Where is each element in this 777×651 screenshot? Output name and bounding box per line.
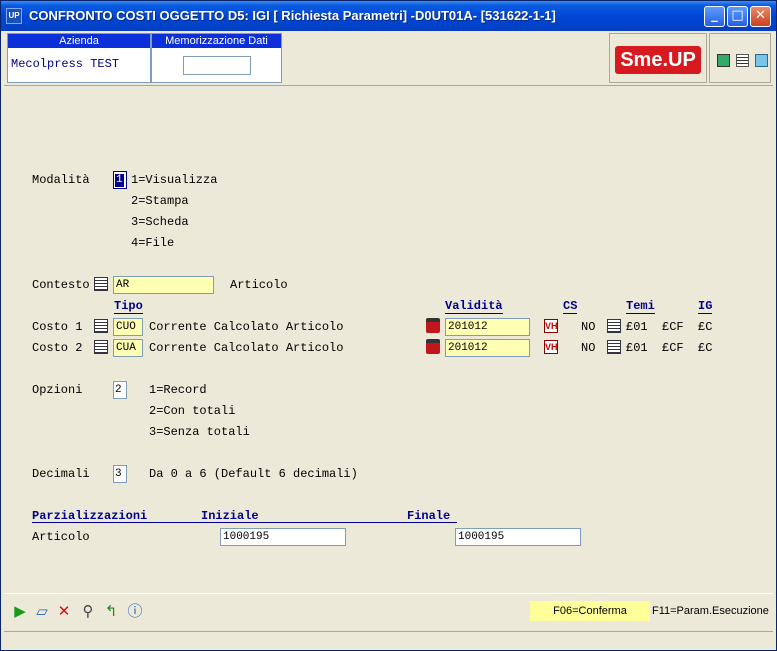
modalita-label: Modalità bbox=[32, 173, 90, 187]
calendar-icon[interactable] bbox=[426, 339, 440, 354]
opzioni-option-3: 3=Senza totali bbox=[149, 425, 250, 439]
form-area: Modalità 1 1=Visualizza 2=Stampa 3=Sched… bbox=[4, 87, 773, 592]
costo2-validita-input[interactable]: 201012 bbox=[445, 339, 530, 357]
eraser-icon[interactable]: ▱ bbox=[34, 603, 50, 619]
articolo-iniziale-input[interactable]: 1000195 bbox=[220, 528, 346, 546]
calendar-icon[interactable] bbox=[426, 318, 440, 333]
parzializzazioni-header: Parzializzazioni bbox=[32, 509, 148, 523]
costo1-cs: NO bbox=[581, 320, 596, 334]
f06-confirm-button[interactable]: F06=Conferma bbox=[530, 601, 650, 621]
decimali-label: Decimali bbox=[32, 467, 90, 481]
costo1-temi-lookup-icon[interactable] bbox=[607, 319, 621, 333]
header-bar: Azienda Mecolpress TEST Memorizzazione D… bbox=[4, 31, 773, 86]
finale-header: Finale bbox=[407, 509, 451, 523]
logo-box: Sme.UP bbox=[609, 33, 707, 83]
monitor-icon[interactable] bbox=[717, 54, 730, 67]
notepad-icon[interactable] bbox=[736, 54, 749, 67]
title-bar: UP CONFRONTO COSTI OGGETTO D5: IGI [ Ric… bbox=[1, 1, 776, 31]
search-icon[interactable]: ⚲ bbox=[80, 603, 96, 619]
vh-icon[interactable]: VH bbox=[544, 319, 558, 333]
close-icon[interactable]: ✕ bbox=[750, 6, 771, 27]
opzioni-input[interactable]: 2 bbox=[113, 381, 127, 399]
costo2-lookup-icon[interactable] bbox=[94, 340, 108, 354]
costo2-cs: NO bbox=[581, 341, 596, 355]
costo2-ig: £C bbox=[698, 341, 713, 355]
costo1-label: Costo 1 bbox=[32, 320, 83, 334]
contesto-label: Contesto bbox=[32, 278, 90, 292]
status-bar bbox=[4, 631, 773, 649]
costo2-label: Costo 2 bbox=[32, 341, 83, 355]
costo2-temi-lookup-icon[interactable] bbox=[607, 340, 621, 354]
vh-icon[interactable]: VH bbox=[544, 340, 558, 354]
costo1-temi1: £01 bbox=[626, 320, 648, 334]
costo2-tipo-input[interactable]: CUA bbox=[113, 339, 143, 357]
modalita-input[interactable]: 1 bbox=[113, 171, 127, 189]
minimize-icon[interactable]: _ bbox=[704, 6, 725, 27]
decimali-input[interactable]: 3 bbox=[113, 465, 127, 483]
modalita-option-2: 2=Stampa bbox=[131, 194, 189, 208]
cancel-icon[interactable]: ✕ bbox=[56, 603, 72, 619]
memo-box: Memorizzazione Dati Video bbox=[151, 33, 282, 83]
azienda-value: Mecolpress TEST bbox=[11, 57, 120, 71]
tipo-header: Tipo bbox=[114, 299, 143, 314]
articolo-label: Articolo bbox=[32, 530, 90, 544]
memo-input[interactable] bbox=[183, 56, 251, 75]
modalita-option-3: 3=Scheda bbox=[131, 215, 189, 229]
cs-header: CS bbox=[563, 299, 578, 314]
app-window: UP CONFRONTO COSTI OGGETTO D5: IGI [ Ric… bbox=[0, 0, 777, 651]
opzioni-option-2: 2=Con totali bbox=[149, 404, 236, 418]
f11-param-button[interactable]: F11=Param.Esecuzione bbox=[652, 601, 769, 621]
costo1-validita-input[interactable]: 201012 bbox=[445, 318, 530, 336]
validita-header: Validità bbox=[445, 299, 503, 314]
opzioni-option-1: 1=Record bbox=[149, 383, 207, 397]
costo1-ig: £C bbox=[698, 320, 713, 334]
window-title: CONFRONTO COSTI OGGETTO D5: IGI [ Richie… bbox=[29, 8, 556, 23]
memo-label: Memorizzazione Dati Video bbox=[152, 34, 281, 61]
contesto-desc: Articolo bbox=[230, 278, 288, 292]
iniziale-header: Iniziale bbox=[201, 509, 259, 523]
smeup-logo: Sme.UP bbox=[615, 46, 701, 74]
temi-header: Temi bbox=[626, 299, 655, 314]
costo1-lookup-icon[interactable] bbox=[94, 319, 108, 333]
info-icon[interactable]: ⓘ bbox=[127, 603, 143, 619]
cube-icon[interactable] bbox=[755, 54, 768, 67]
modalita-option-1: 1=Visualizza bbox=[131, 173, 218, 187]
run-icon[interactable]: ▶ bbox=[12, 603, 28, 619]
modalita-option-4: 4=File bbox=[131, 236, 175, 250]
app-icon[interactable]: UP bbox=[6, 8, 22, 24]
contesto-lookup-icon[interactable] bbox=[94, 277, 108, 291]
costo1-desc: Corrente Calcolato Articolo bbox=[149, 320, 344, 334]
azienda-label: Azienda bbox=[8, 34, 150, 48]
contesto-input[interactable]: AR bbox=[113, 276, 214, 294]
modalita-value: 1 bbox=[115, 174, 124, 187]
opzioni-label: Opzioni bbox=[32, 383, 83, 397]
decimali-desc: Da 0 a 6 (Default 6 decimali) bbox=[149, 467, 358, 481]
header-icons bbox=[709, 33, 771, 83]
azienda-box: Azienda Mecolpress TEST bbox=[7, 33, 151, 83]
parzializzazioni-divider bbox=[32, 522, 457, 523]
bottom-toolbar: ▶ ▱ ✕ ⚲ ↰ ⓘ F06=Conferma F11=Param.Esecu… bbox=[4, 593, 773, 629]
costo1-temi2: £CF bbox=[662, 320, 684, 334]
costo1-tipo-input[interactable]: CUO bbox=[113, 318, 143, 336]
costo2-temi2: £CF bbox=[662, 341, 684, 355]
articolo-finale-input[interactable]: 1000195 bbox=[455, 528, 581, 546]
costo2-temi1: £01 bbox=[626, 341, 648, 355]
ig-header: IG bbox=[698, 299, 713, 314]
maximize-icon[interactable]: □ bbox=[727, 6, 748, 27]
back-arrow-icon[interactable]: ↰ bbox=[103, 603, 119, 619]
costo2-desc: Corrente Calcolato Articolo bbox=[149, 341, 344, 355]
